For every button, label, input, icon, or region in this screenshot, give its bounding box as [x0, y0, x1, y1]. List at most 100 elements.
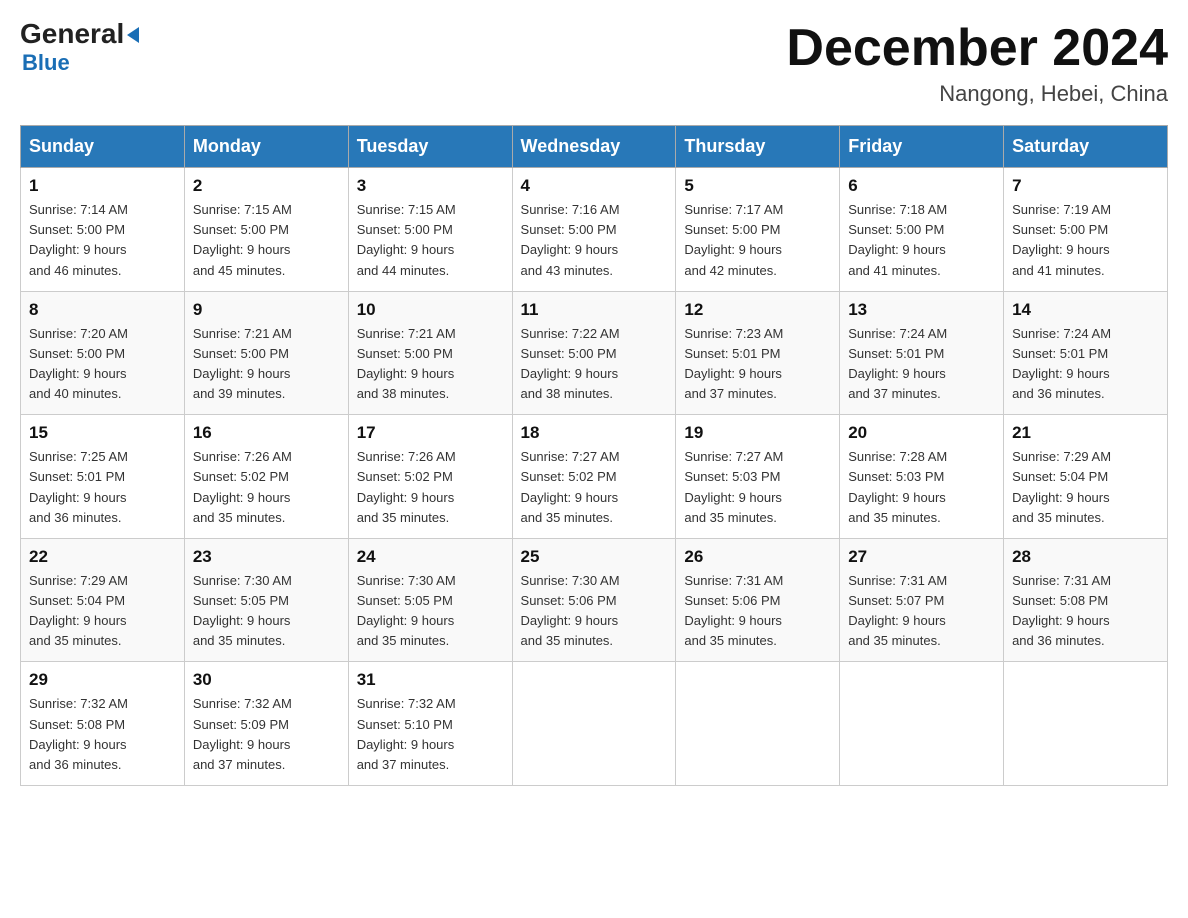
sunset-label: Sunset: 5:01 PM	[1012, 346, 1108, 361]
sunset-label: Sunset: 5:02 PM	[193, 469, 289, 484]
daylight-label: Daylight: 9 hours	[684, 613, 782, 628]
calendar-week-row: 15 Sunrise: 7:25 AM Sunset: 5:01 PM Dayl…	[21, 415, 1168, 539]
calendar-day-cell: 24 Sunrise: 7:30 AM Sunset: 5:05 PM Dayl…	[348, 538, 512, 662]
daylight-label: Daylight: 9 hours	[684, 366, 782, 381]
daylight-label: Daylight: 9 hours	[29, 490, 127, 505]
calendar-day-cell: 13 Sunrise: 7:24 AM Sunset: 5:01 PM Dayl…	[840, 291, 1004, 415]
calendar-table: Sunday Monday Tuesday Wednesday Thursday…	[20, 125, 1168, 786]
daylight-label: Daylight: 9 hours	[848, 366, 946, 381]
daylight-label: Daylight: 9 hours	[193, 242, 291, 257]
daylight-label: Daylight: 9 hours	[193, 737, 291, 752]
calendar-day-cell: 7 Sunrise: 7:19 AM Sunset: 5:00 PM Dayli…	[1004, 168, 1168, 292]
sunrise-label: Sunrise: 7:23 AM	[684, 326, 783, 341]
daylight-minutes: and 35 minutes.	[357, 633, 450, 648]
day-number: 5	[684, 176, 831, 196]
day-info: Sunrise: 7:20 AM Sunset: 5:00 PM Dayligh…	[29, 324, 176, 405]
day-info: Sunrise: 7:16 AM Sunset: 5:00 PM Dayligh…	[521, 200, 668, 281]
day-number: 30	[193, 670, 340, 690]
daylight-label: Daylight: 9 hours	[193, 490, 291, 505]
col-thursday: Thursday	[676, 126, 840, 168]
daylight-minutes: and 35 minutes.	[521, 510, 614, 525]
daylight-minutes: and 35 minutes.	[193, 633, 286, 648]
daylight-minutes: and 42 minutes.	[684, 263, 777, 278]
sunrise-label: Sunrise: 7:24 AM	[1012, 326, 1111, 341]
calendar-day-cell: 8 Sunrise: 7:20 AM Sunset: 5:00 PM Dayli…	[21, 291, 185, 415]
daylight-minutes: and 38 minutes.	[357, 386, 450, 401]
calendar-week-row: 1 Sunrise: 7:14 AM Sunset: 5:00 PM Dayli…	[21, 168, 1168, 292]
sunset-label: Sunset: 5:04 PM	[1012, 469, 1108, 484]
sunset-label: Sunset: 5:02 PM	[357, 469, 453, 484]
daylight-label: Daylight: 9 hours	[521, 242, 619, 257]
day-number: 8	[29, 300, 176, 320]
sunrise-label: Sunrise: 7:22 AM	[521, 326, 620, 341]
sunrise-label: Sunrise: 7:26 AM	[357, 449, 456, 464]
sunrise-label: Sunrise: 7:21 AM	[193, 326, 292, 341]
daylight-minutes: and 37 minutes.	[357, 757, 450, 772]
calendar-day-cell: 26 Sunrise: 7:31 AM Sunset: 5:06 PM Dayl…	[676, 538, 840, 662]
calendar-day-cell: 2 Sunrise: 7:15 AM Sunset: 5:00 PM Dayli…	[184, 168, 348, 292]
col-monday: Monday	[184, 126, 348, 168]
daylight-minutes: and 45 minutes.	[193, 263, 286, 278]
day-info: Sunrise: 7:24 AM Sunset: 5:01 PM Dayligh…	[1012, 324, 1159, 405]
daylight-label: Daylight: 9 hours	[357, 737, 455, 752]
empty-cell	[676, 662, 840, 786]
daylight-minutes: and 44 minutes.	[357, 263, 450, 278]
sunrise-label: Sunrise: 7:21 AM	[357, 326, 456, 341]
calendar-day-cell: 10 Sunrise: 7:21 AM Sunset: 5:00 PM Dayl…	[348, 291, 512, 415]
daylight-minutes: and 40 minutes.	[29, 386, 122, 401]
daylight-label: Daylight: 9 hours	[1012, 366, 1110, 381]
daylight-label: Daylight: 9 hours	[521, 613, 619, 628]
day-info: Sunrise: 7:21 AM Sunset: 5:00 PM Dayligh…	[357, 324, 504, 405]
calendar-day-cell: 29 Sunrise: 7:32 AM Sunset: 5:08 PM Dayl…	[21, 662, 185, 786]
calendar-day-cell: 27 Sunrise: 7:31 AM Sunset: 5:07 PM Dayl…	[840, 538, 1004, 662]
day-number: 19	[684, 423, 831, 443]
sunset-label: Sunset: 5:01 PM	[29, 469, 125, 484]
sunrise-label: Sunrise: 7:15 AM	[357, 202, 456, 217]
day-number: 4	[521, 176, 668, 196]
daylight-minutes: and 35 minutes.	[1012, 510, 1105, 525]
calendar-day-cell: 30 Sunrise: 7:32 AM Sunset: 5:09 PM Dayl…	[184, 662, 348, 786]
daylight-minutes: and 36 minutes.	[29, 757, 122, 772]
daylight-minutes: and 35 minutes.	[848, 633, 941, 648]
daylight-label: Daylight: 9 hours	[193, 366, 291, 381]
daylight-label: Daylight: 9 hours	[357, 242, 455, 257]
sunset-label: Sunset: 5:00 PM	[29, 222, 125, 237]
daylight-minutes: and 35 minutes.	[193, 510, 286, 525]
daylight-label: Daylight: 9 hours	[684, 490, 782, 505]
daylight-minutes: and 35 minutes.	[521, 633, 614, 648]
sunset-label: Sunset: 5:08 PM	[1012, 593, 1108, 608]
day-info: Sunrise: 7:22 AM Sunset: 5:00 PM Dayligh…	[521, 324, 668, 405]
day-number: 17	[357, 423, 504, 443]
day-number: 2	[193, 176, 340, 196]
col-saturday: Saturday	[1004, 126, 1168, 168]
day-info: Sunrise: 7:23 AM Sunset: 5:01 PM Dayligh…	[684, 324, 831, 405]
sunrise-label: Sunrise: 7:30 AM	[521, 573, 620, 588]
daylight-minutes: and 36 minutes.	[29, 510, 122, 525]
calendar-day-cell: 31 Sunrise: 7:32 AM Sunset: 5:10 PM Dayl…	[348, 662, 512, 786]
day-info: Sunrise: 7:26 AM Sunset: 5:02 PM Dayligh…	[193, 447, 340, 528]
sunrise-label: Sunrise: 7:31 AM	[848, 573, 947, 588]
day-info: Sunrise: 7:31 AM Sunset: 5:07 PM Dayligh…	[848, 571, 995, 652]
sunrise-label: Sunrise: 7:27 AM	[521, 449, 620, 464]
sunset-label: Sunset: 5:06 PM	[521, 593, 617, 608]
daylight-minutes: and 41 minutes.	[1012, 263, 1105, 278]
day-number: 12	[684, 300, 831, 320]
day-info: Sunrise: 7:31 AM Sunset: 5:08 PM Dayligh…	[1012, 571, 1159, 652]
day-info: Sunrise: 7:27 AM Sunset: 5:03 PM Dayligh…	[684, 447, 831, 528]
day-info: Sunrise: 7:29 AM Sunset: 5:04 PM Dayligh…	[29, 571, 176, 652]
logo-general-text: General	[20, 20, 139, 48]
empty-cell	[840, 662, 1004, 786]
sunrise-label: Sunrise: 7:24 AM	[848, 326, 947, 341]
sunset-label: Sunset: 5:02 PM	[521, 469, 617, 484]
sunrise-label: Sunrise: 7:28 AM	[848, 449, 947, 464]
sunrise-label: Sunrise: 7:26 AM	[193, 449, 292, 464]
calendar-day-cell: 5 Sunrise: 7:17 AM Sunset: 5:00 PM Dayli…	[676, 168, 840, 292]
daylight-label: Daylight: 9 hours	[29, 242, 127, 257]
calendar-day-cell: 12 Sunrise: 7:23 AM Sunset: 5:01 PM Dayl…	[676, 291, 840, 415]
daylight-label: Daylight: 9 hours	[29, 366, 127, 381]
sunset-label: Sunset: 5:00 PM	[684, 222, 780, 237]
sunset-label: Sunset: 5:09 PM	[193, 717, 289, 732]
calendar-day-cell: 23 Sunrise: 7:30 AM Sunset: 5:05 PM Dayl…	[184, 538, 348, 662]
calendar-day-cell: 19 Sunrise: 7:27 AM Sunset: 5:03 PM Dayl…	[676, 415, 840, 539]
sunset-label: Sunset: 5:01 PM	[684, 346, 780, 361]
